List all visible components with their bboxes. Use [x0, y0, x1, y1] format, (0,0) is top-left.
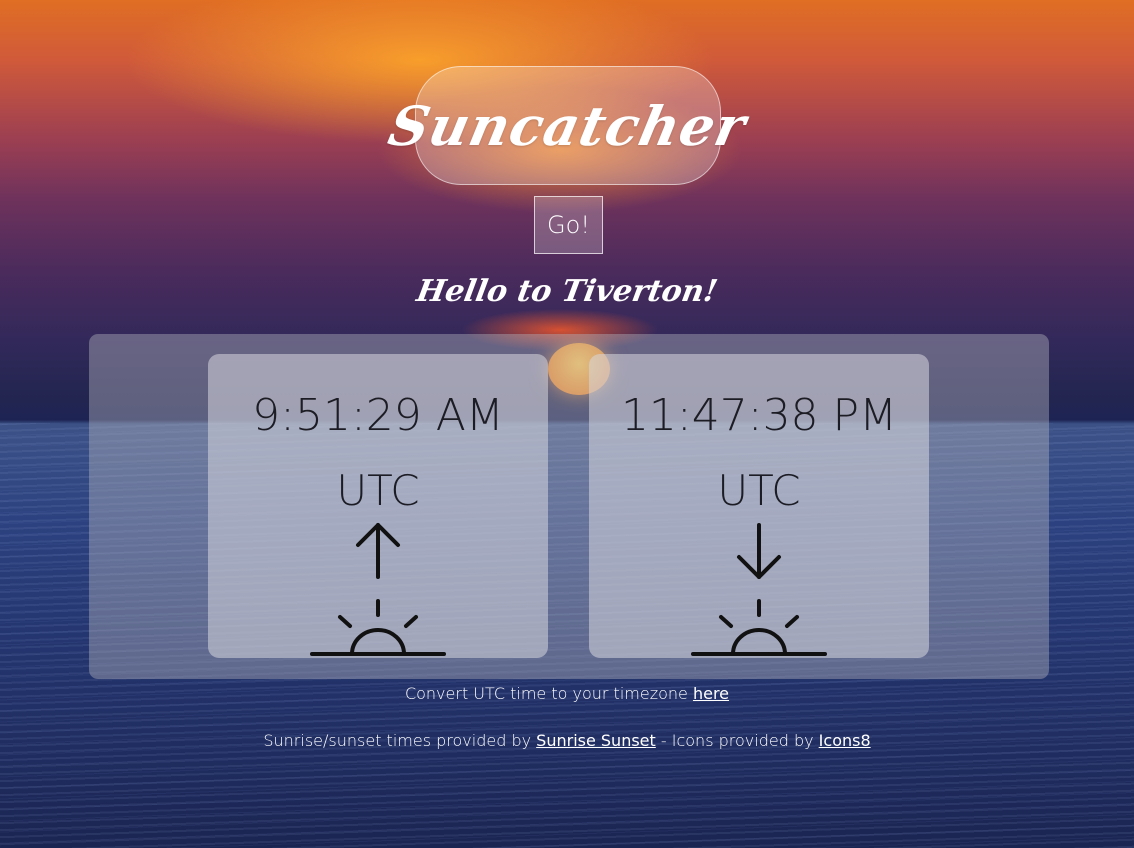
sunset-time: 11:47:38 PM [620, 390, 898, 441]
convert-text: Convert UTC time to your timezone [404, 684, 688, 703]
convert-here-link[interactable]: here [693, 684, 729, 703]
convert-timezone-note: Convert UTC time to your timezone here [0, 684, 1134, 703]
sunrise-card: 9:51:29 AM UTC [208, 354, 548, 658]
go-button[interactable]: Go! [534, 196, 603, 254]
sunrise-sunset-link[interactable]: Sunrise Sunset [536, 731, 656, 750]
sunrise-time: 9:51:29 AM [252, 390, 504, 441]
sunrise-timezone: UTC [336, 466, 420, 515]
location-greeting: Hello to Tiverton! [413, 274, 721, 309]
sunset-timezone: UTC [717, 466, 801, 515]
credits: Sunrise/sunset times provided by Sunrise… [0, 731, 1134, 750]
icons8-link[interactable]: Icons8 [819, 731, 871, 750]
credits-prefix: Sunrise/sunset times provided by [263, 731, 532, 750]
app-title-pill: Suncatcher [384, 66, 752, 185]
sunset-card: 11:47:38 PM UTC [589, 354, 929, 658]
credits-middle: - Icons provided by [660, 731, 814, 750]
app-title: Suncatcher [383, 93, 753, 158]
sunrise-icon [310, 523, 446, 656]
sunset-icon [691, 523, 827, 656]
